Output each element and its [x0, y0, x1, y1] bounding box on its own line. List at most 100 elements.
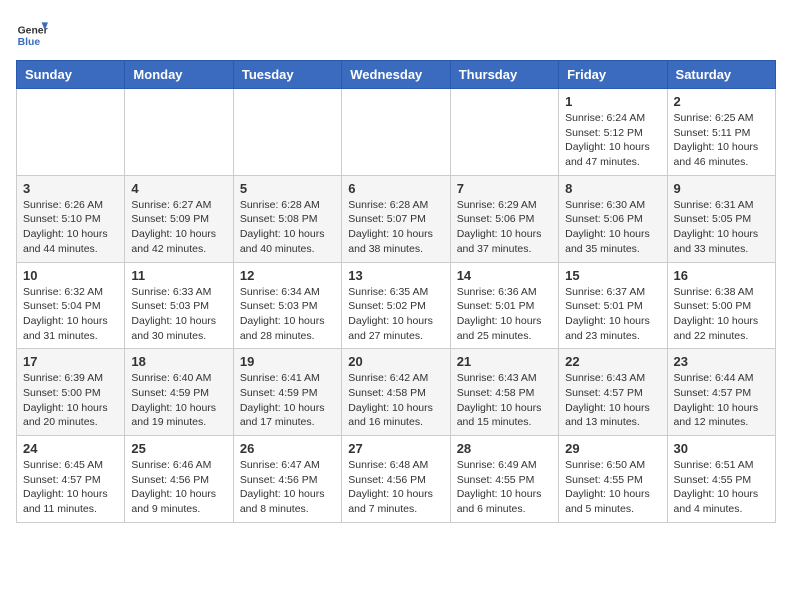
day-number: 4 — [131, 181, 226, 196]
weekday-header: Tuesday — [233, 61, 341, 89]
calendar-cell: 10Sunrise: 6:32 AM Sunset: 5:04 PM Dayli… — [17, 262, 125, 349]
calendar-cell: 27 Sunrise: 6:48 AM Sunset: 4:56 PM Dayli… — [342, 436, 450, 523]
day-number: 28 — [457, 441, 552, 456]
day-number: 16 — [674, 268, 769, 283]
calendar-cell: 23 Sunrise: 6:44 AM Sunset: 4:57 PM Dayli… — [667, 349, 775, 436]
calendar-cell: 29 Sunrise: 6:50 AM Sunset: 4:55 PM Dayli… — [559, 436, 667, 523]
svg-text:Blue: Blue — [18, 37, 41, 48]
calendar-cell: 24 Sunrise: 6:45 AM Sunset: 4:57 PM Dayli… — [17, 436, 125, 523]
calendar-cell: 13 Sunrise: 6:35 AM Sunset: 5:02 PM Dayli… — [342, 262, 450, 349]
day-info: Sunrise: 6:31 AM Sunset: 5:05 PM Dayligh… — [674, 198, 769, 257]
calendar-cell: 21Sunrise: 6:43 AM Sunset: 4:58 PM Dayli… — [450, 349, 558, 436]
calendar-cell: 28 Sunrise: 6:49 AM Sunset: 4:55 PM Dayli… — [450, 436, 558, 523]
day-info: Sunrise: 6:35 AM Sunset: 5:02 PM Dayligh… — [348, 285, 443, 344]
day-info: Sunrise: 6:45 AM Sunset: 4:57 PM Dayligh… — [23, 458, 118, 517]
day-number: 26 — [240, 441, 335, 456]
calendar-cell: 9 Sunrise: 6:31 AM Sunset: 5:05 PM Daylig… — [667, 175, 775, 262]
logo-icon: General Blue — [16, 16, 48, 48]
calendar-cell: 4 Sunrise: 6:27 AM Sunset: 5:09 PM Daylig… — [125, 175, 233, 262]
calendar-cell: 26 Sunrise: 6:47 AM Sunset: 4:56 PM Dayli… — [233, 436, 341, 523]
weekday-header: Thursday — [450, 61, 558, 89]
day-number: 30 — [674, 441, 769, 456]
calendar-cell: 2 Sunrise: 6:25 AM Sunset: 5:11 PM Daylig… — [667, 89, 775, 176]
day-info: Sunrise: 6:43 AM Sunset: 4:57 PM Dayligh… — [565, 371, 660, 430]
calendar-table: SundayMondayTuesdayWednesdayThursdayFrid… — [16, 60, 776, 523]
day-number: 1 — [565, 94, 660, 109]
day-number: 24 — [23, 441, 118, 456]
calendar-cell: 15Sunrise: 6:37 AM Sunset: 5:01 PM Dayli… — [559, 262, 667, 349]
day-info: Sunrise: 6:50 AM Sunset: 4:55 PM Dayligh… — [565, 458, 660, 517]
day-number: 5 — [240, 181, 335, 196]
day-info: Sunrise: 6:25 AM Sunset: 5:11 PM Dayligh… — [674, 111, 769, 170]
calendar-cell: 7 Sunrise: 6:29 AM Sunset: 5:06 PM Daylig… — [450, 175, 558, 262]
day-number: 14 — [457, 268, 552, 283]
day-info: Sunrise: 6:33 AM Sunset: 5:03 PM Dayligh… — [131, 285, 226, 344]
day-info: Sunrise: 6:42 AM Sunset: 4:58 PM Dayligh… — [348, 371, 443, 430]
day-number: 17 — [23, 354, 118, 369]
day-number: 29 — [565, 441, 660, 456]
calendar-cell — [450, 89, 558, 176]
weekday-header: Saturday — [667, 61, 775, 89]
weekday-header: Monday — [125, 61, 233, 89]
calendar-week-row: 24 Sunrise: 6:45 AM Sunset: 4:57 PM Dayli… — [17, 436, 776, 523]
day-info: Sunrise: 6:26 AM Sunset: 5:10 PM Dayligh… — [23, 198, 118, 257]
day-info: Sunrise: 6:34 AM Sunset: 5:03 PM Dayligh… — [240, 285, 335, 344]
day-number: 19 — [240, 354, 335, 369]
day-number: 6 — [348, 181, 443, 196]
calendar-cell: 14 Sunrise: 6:36 AM Sunset: 5:01 PM Dayli… — [450, 262, 558, 349]
logo: General Blue — [16, 16, 48, 48]
day-info: Sunrise: 6:27 AM Sunset: 5:09 PM Dayligh… — [131, 198, 226, 257]
calendar-cell: 3 Sunrise: 6:26 AM Sunset: 5:10 PM Daylig… — [17, 175, 125, 262]
calendar-cell: 20 Sunrise: 6:42 AM Sunset: 4:58 PM Dayli… — [342, 349, 450, 436]
day-number: 7 — [457, 181, 552, 196]
day-info: Sunrise: 6:44 AM Sunset: 4:57 PM Dayligh… — [674, 371, 769, 430]
calendar-cell: 12 Sunrise: 6:34 AM Sunset: 5:03 PM Dayli… — [233, 262, 341, 349]
calendar-cell — [17, 89, 125, 176]
day-info: Sunrise: 6:28 AM Sunset: 5:08 PM Dayligh… — [240, 198, 335, 257]
day-info: Sunrise: 6:29 AM Sunset: 5:06 PM Dayligh… — [457, 198, 552, 257]
day-info: Sunrise: 6:41 AM Sunset: 4:59 PM Dayligh… — [240, 371, 335, 430]
calendar-header-row: SundayMondayTuesdayWednesdayThursdayFrid… — [17, 61, 776, 89]
day-info: Sunrise: 6:43 AM Sunset: 4:58 PM Dayligh… — [457, 371, 552, 430]
day-info: Sunrise: 6:38 AM Sunset: 5:00 PM Dayligh… — [674, 285, 769, 344]
svg-text:General: General — [18, 26, 48, 37]
day-number: 13 — [348, 268, 443, 283]
day-info: Sunrise: 6:30 AM Sunset: 5:06 PM Dayligh… — [565, 198, 660, 257]
day-info: Sunrise: 6:47 AM Sunset: 4:56 PM Dayligh… — [240, 458, 335, 517]
day-number: 18 — [131, 354, 226, 369]
day-info: Sunrise: 6:24 AM Sunset: 5:12 PM Dayligh… — [565, 111, 660, 170]
calendar-cell: 19 Sunrise: 6:41 AM Sunset: 4:59 PM Dayli… — [233, 349, 341, 436]
calendar-cell: 16 Sunrise: 6:38 AM Sunset: 5:00 PM Dayli… — [667, 262, 775, 349]
calendar-week-row: 10Sunrise: 6:32 AM Sunset: 5:04 PM Dayli… — [17, 262, 776, 349]
weekday-header: Sunday — [17, 61, 125, 89]
day-number: 12 — [240, 268, 335, 283]
day-info: Sunrise: 6:48 AM Sunset: 4:56 PM Dayligh… — [348, 458, 443, 517]
day-info: Sunrise: 6:40 AM Sunset: 4:59 PM Dayligh… — [131, 371, 226, 430]
calendar-cell: 8 Sunrise: 6:30 AM Sunset: 5:06 PM Daylig… — [559, 175, 667, 262]
day-number: 9 — [674, 181, 769, 196]
day-info: Sunrise: 6:51 AM Sunset: 4:55 PM Dayligh… — [674, 458, 769, 517]
calendar-cell: 22 Sunrise: 6:43 AM Sunset: 4:57 PM Dayli… — [559, 349, 667, 436]
day-info: Sunrise: 6:36 AM Sunset: 5:01 PM Dayligh… — [457, 285, 552, 344]
calendar-week-row: 3 Sunrise: 6:26 AM Sunset: 5:10 PM Daylig… — [17, 175, 776, 262]
calendar-cell: 5 Sunrise: 6:28 AM Sunset: 5:08 PM Daylig… — [233, 175, 341, 262]
calendar-cell: 1 Sunrise: 6:24 AM Sunset: 5:12 PM Daylig… — [559, 89, 667, 176]
day-number: 8 — [565, 181, 660, 196]
calendar-cell: 11 Sunrise: 6:33 AM Sunset: 5:03 PM Dayli… — [125, 262, 233, 349]
day-number: 27 — [348, 441, 443, 456]
calendar-cell: 18 Sunrise: 6:40 AM Sunset: 4:59 PM Dayli… — [125, 349, 233, 436]
calendar-cell — [233, 89, 341, 176]
day-number: 3 — [23, 181, 118, 196]
day-number: 20 — [348, 354, 443, 369]
day-number: 11 — [131, 268, 226, 283]
day-info: Sunrise: 6:49 AM Sunset: 4:55 PM Dayligh… — [457, 458, 552, 517]
day-number: 15 — [565, 268, 660, 283]
day-number: 23 — [674, 354, 769, 369]
calendar-cell — [342, 89, 450, 176]
day-info: Sunrise: 6:32 AM Sunset: 5:04 PM Dayligh… — [23, 285, 118, 344]
day-number: 22 — [565, 354, 660, 369]
calendar-cell: 30 Sunrise: 6:51 AM Sunset: 4:55 PM Dayli… — [667, 436, 775, 523]
day-number: 2 — [674, 94, 769, 109]
calendar-week-row: 1 Sunrise: 6:24 AM Sunset: 5:12 PM Daylig… — [17, 89, 776, 176]
calendar-cell: 25Sunrise: 6:46 AM Sunset: 4:56 PM Dayli… — [125, 436, 233, 523]
